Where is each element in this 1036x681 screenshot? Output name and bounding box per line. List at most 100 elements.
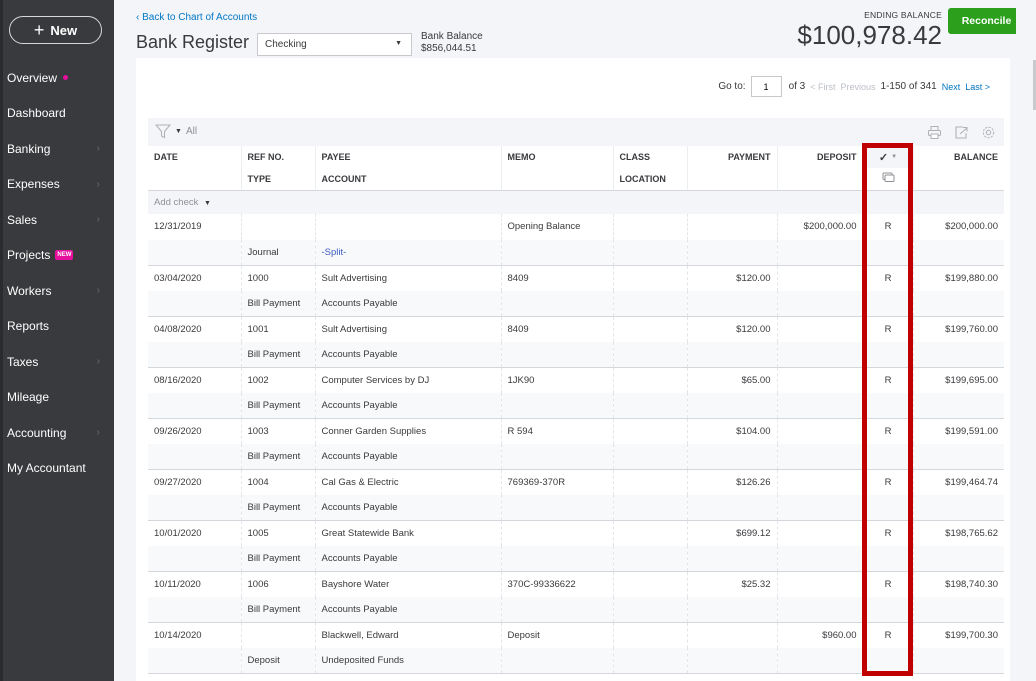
cell-class[interactable] xyxy=(613,418,688,444)
cell-empty[interactable] xyxy=(863,494,914,521)
cell-memo[interactable]: Opening Balance xyxy=(501,214,614,240)
cell-ref[interactable] xyxy=(241,214,316,240)
cell-type[interactable]: Bill Payment xyxy=(241,392,316,419)
cell-reconcile-status[interactable]: R xyxy=(863,571,914,597)
cell-class[interactable] xyxy=(613,316,688,342)
col-payee[interactable]: PAYEE xyxy=(315,146,502,168)
table-row[interactable]: 10/14/2020 Blackwell, Edward Deposit $960.0… xyxy=(148,622,1004,648)
col-payment[interactable]: PAYMENT xyxy=(687,146,778,168)
col-ref[interactable]: REF NO. xyxy=(241,146,316,168)
cell-empty[interactable] xyxy=(148,239,242,266)
cell-date[interactable]: 09/26/2020 xyxy=(148,418,242,444)
sidebar-item-taxes[interactable]: Taxes › xyxy=(3,344,114,380)
cell-empty[interactable] xyxy=(777,239,864,266)
cell-empty[interactable] xyxy=(148,341,242,368)
cell-empty[interactable] xyxy=(148,545,242,572)
cell-account[interactable]: Accounts Payable xyxy=(315,341,502,368)
cell-payment[interactable]: $65.00 xyxy=(687,367,778,393)
cell-empty[interactable] xyxy=(687,239,778,266)
cell-account[interactable]: Accounts Payable xyxy=(315,392,502,419)
cell-ref[interactable]: 1001 xyxy=(241,316,316,342)
new-button[interactable]: + New xyxy=(9,16,102,44)
col-location[interactable]: LOCATION xyxy=(613,168,688,191)
cell-empty[interactable] xyxy=(777,443,864,470)
cell-payee[interactable]: Great Statewide Bank xyxy=(315,520,502,546)
cell-location[interactable] xyxy=(613,494,688,521)
cell-empty[interactable] xyxy=(687,647,778,674)
cell-payee[interactable]: Blackwell, Edward xyxy=(315,622,502,648)
cell-empty[interactable] xyxy=(687,494,778,521)
cell-account[interactable]: Accounts Payable xyxy=(315,443,502,470)
cell-reconcile-status[interactable]: R xyxy=(863,469,914,495)
cell-ref[interactable]: 1000 xyxy=(241,265,316,291)
cell-ref[interactable] xyxy=(241,622,316,648)
sidebar-item-banking[interactable]: Banking › xyxy=(3,131,114,167)
cell-empty[interactable] xyxy=(777,392,864,419)
table-row[interactable]: 10/11/2020 1006 Bayshore Water 370C-9933662… xyxy=(148,571,1004,597)
cell-empty[interactable] xyxy=(148,290,242,317)
cell-balance[interactable]: $199,591.00 xyxy=(913,418,1004,444)
cell-account[interactable]: Accounts Payable xyxy=(315,545,502,572)
cell-empty[interactable] xyxy=(777,494,864,521)
cell-class[interactable] xyxy=(613,571,688,597)
last-page-link[interactable]: Last > xyxy=(965,82,990,92)
cell-date[interactable]: 10/14/2020 xyxy=(148,622,242,648)
cell-payment[interactable]: $104.00 xyxy=(687,418,778,444)
cell-date[interactable]: 03/04/2020 xyxy=(148,265,242,291)
previous-page-link[interactable]: Previous xyxy=(841,82,876,92)
cell-balance[interactable]: $198,740.30 xyxy=(913,571,1004,597)
cell-balance[interactable]: $199,880.00 xyxy=(913,265,1004,291)
cell-location[interactable] xyxy=(613,392,688,419)
cell-memo[interactable]: Deposit xyxy=(501,622,614,648)
cell-type[interactable]: Bill Payment xyxy=(241,290,316,317)
cell-type[interactable]: Journal xyxy=(241,239,316,266)
cell-account[interactable]: Accounts Payable xyxy=(315,494,502,521)
cell-reconcile-status[interactable]: R xyxy=(863,367,914,393)
sidebar-item-projects[interactable]: Projects NEW xyxy=(3,238,114,274)
cell-account[interactable]: Accounts Payable xyxy=(315,596,502,623)
copy-icon[interactable] xyxy=(863,168,914,191)
cell-empty[interactable] xyxy=(687,392,778,419)
cell-empty[interactable] xyxy=(501,545,614,572)
page-scrollbar[interactable] xyxy=(1016,0,1036,681)
cell-location[interactable] xyxy=(613,341,688,368)
cell-deposit[interactable] xyxy=(777,469,864,495)
col-reconcile-status[interactable]: ✓ ▼ xyxy=(863,146,914,168)
cell-empty[interactable] xyxy=(148,443,242,470)
cell-date[interactable]: 08/16/2020 xyxy=(148,367,242,393)
cell-payee[interactable] xyxy=(315,214,502,240)
cell-empty[interactable] xyxy=(501,596,614,623)
col-class[interactable]: CLASS xyxy=(613,146,688,168)
cell-location[interactable] xyxy=(613,647,688,674)
table-row[interactable]: 03/04/2020 1000 Sult Advertising 8409 $120.0… xyxy=(148,265,1004,291)
cell-location[interactable] xyxy=(613,596,688,623)
cell-empty[interactable] xyxy=(777,647,864,674)
cell-date[interactable]: 09/27/2020 xyxy=(148,469,242,495)
next-page-link[interactable]: Next xyxy=(942,82,961,92)
cell-deposit[interactable]: $960.00 xyxy=(777,622,864,648)
sidebar-item-accounting[interactable]: Accounting › xyxy=(3,415,114,451)
cell-type[interactable]: Bill Payment xyxy=(241,596,316,623)
cell-reconcile-status[interactable]: R xyxy=(863,265,914,291)
cell-memo[interactable]: 370C-99336622 xyxy=(501,571,614,597)
table-row[interactable]: 10/01/2020 1005 Great Statewide Bank $699.1… xyxy=(148,520,1004,546)
cell-location[interactable] xyxy=(613,443,688,470)
export-icon[interactable] xyxy=(954,125,969,140)
cell-type[interactable]: Bill Payment xyxy=(241,443,316,470)
cell-reconcile-status[interactable]: R xyxy=(863,316,914,342)
col-account[interactable]: ACCOUNT xyxy=(315,168,502,191)
table-row[interactable]: 08/16/2020 1002 Computer Services by DJ 1JK… xyxy=(148,367,1004,393)
cell-type[interactable]: Bill Payment xyxy=(241,545,316,572)
cell-type[interactable]: Bill Payment xyxy=(241,341,316,368)
cell-empty[interactable] xyxy=(501,392,614,419)
table-row-detail[interactable]: Deposit Undeposited Funds xyxy=(148,647,1004,674)
cell-memo[interactable]: 769369-370R xyxy=(501,469,614,495)
cell-empty[interactable] xyxy=(863,290,914,317)
cell-deposit[interactable] xyxy=(777,571,864,597)
cell-ref[interactable]: 1006 xyxy=(241,571,316,597)
print-icon[interactable] xyxy=(927,125,942,140)
col-deposit[interactable]: DEPOSIT xyxy=(777,146,864,168)
cell-deposit[interactable] xyxy=(777,418,864,444)
gear-icon[interactable] xyxy=(981,125,996,140)
table-row[interactable]: 09/26/2020 1003 Conner Garden Supplies R 59… xyxy=(148,418,1004,444)
